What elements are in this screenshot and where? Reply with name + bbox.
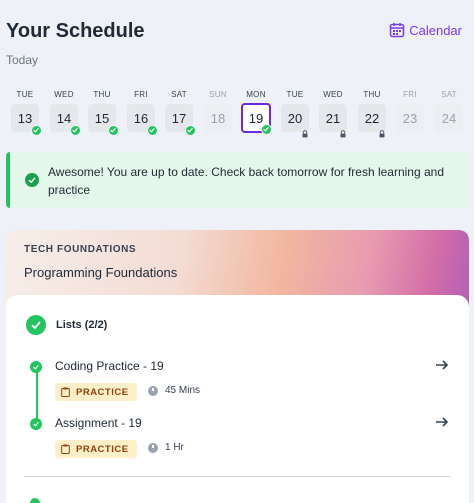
practice-tag: PRACTICE (55, 440, 137, 458)
schedule-header: Your Schedule Calendar (6, 18, 466, 48)
clock-icon (148, 442, 158, 453)
day-number: 18 (204, 104, 232, 132)
day-number: 23 (396, 104, 424, 132)
list-item[interactable]: Coding Practice - 19 PRACTICE 45 Mins (30, 359, 450, 409)
lock-icon (301, 126, 309, 138)
list-item-title: Coding Practice - 19 (55, 359, 164, 373)
day-number-text: 18 (210, 110, 226, 126)
day-name: SUN (209, 90, 227, 99)
duration-text: 45 Mins (165, 385, 201, 396)
duration-text: 1 Hr (165, 442, 184, 453)
day-number-text: 17 (171, 110, 187, 126)
tag-label: PRACTICE (76, 386, 129, 398)
arrow-right-icon[interactable] (434, 357, 450, 373)
day-number: 22 (358, 104, 386, 138)
day-number-text: 19 (248, 110, 264, 126)
duration: 45 Mins (148, 385, 200, 396)
up-to-date-alert: Awesome! You are up to date. Check back … (6, 152, 468, 208)
lists-label: Lists (2/2) (56, 319, 108, 331)
list-item-title: Assignment - 19 (55, 416, 142, 430)
lock-icon (378, 126, 386, 138)
day-name: SAT (171, 90, 187, 99)
check-icon (261, 124, 272, 135)
day-item: FRI 23 (396, 90, 424, 132)
day-name: TUE (286, 90, 304, 99)
day-item[interactable]: WED 14 (50, 90, 81, 136)
day-item[interactable]: MON 19 (241, 90, 272, 135)
lock-icon (339, 126, 347, 138)
day-number: 21 (319, 104, 347, 138)
course-card: TECH FOUNDATIONS Programming Foundations… (6, 230, 469, 503)
day-name: FRI (403, 90, 417, 99)
check-icon (31, 125, 42, 136)
today-label: Today (6, 53, 39, 67)
page-title: Your Schedule (6, 20, 145, 42)
day-number-text: 24 (441, 110, 457, 126)
lists-header: Lists (2/2) (26, 315, 107, 335)
clipboard-icon (61, 387, 70, 397)
check-icon (185, 125, 196, 136)
check-circle-icon (30, 361, 42, 373)
clipboard-icon (61, 444, 70, 454)
day-name: SAT (441, 90, 457, 99)
day-number-text: 22 (364, 110, 380, 126)
calendar-link[interactable]: Calendar (389, 22, 462, 38)
alert-message: Awesome! You are up to date. Check back … (48, 165, 445, 197)
day-number-text: 23 (402, 110, 418, 126)
clock-icon (148, 385, 158, 396)
day-number-text: 15 (94, 110, 110, 126)
day-number: 20 (281, 104, 309, 138)
list-item[interactable]: Assignment - 19 PRACTICE 1 Hr (30, 416, 450, 466)
day-number-text: 16 (133, 110, 149, 126)
day-name: FRI (134, 90, 148, 99)
day-number: 16 (127, 104, 158, 136)
day-item[interactable]: SAT 17 (165, 90, 196, 136)
course-panel: Lists (2/2) Coding Practice - 19 PRACTIC… (6, 295, 469, 503)
day-item: SAT 24 (435, 90, 463, 132)
day-number: 15 (88, 104, 119, 136)
divider (24, 476, 450, 477)
arrow-right-icon[interactable] (434, 414, 450, 430)
day-number-text: 21 (325, 110, 341, 126)
day-item[interactable]: TUE 20 (281, 90, 309, 138)
day-number: 17 (165, 104, 196, 136)
day-item[interactable]: TUE 13 (11, 90, 42, 136)
day-name: THU (363, 90, 381, 99)
day-name: TUE (16, 90, 34, 99)
check-circle-icon (30, 418, 42, 430)
day-name: THU (93, 90, 111, 99)
day-number: 13 (11, 104, 42, 136)
day-number-text: 14 (56, 110, 72, 126)
course-name: Programming Foundations (24, 265, 178, 280)
check-circle-icon (25, 173, 39, 187)
day-strip: TUE 13 WED 14 THU 15 FRI 16 SAT 17 SUN 18 MON 19 TUE 20… (11, 90, 463, 138)
day-item[interactable]: THU 22 (358, 90, 386, 138)
duration: 1 Hr (148, 442, 184, 453)
check-circle-icon (26, 315, 46, 335)
day-name: MON (246, 90, 266, 99)
calendar-icon (389, 23, 405, 38)
day-item[interactable]: THU 15 (88, 90, 119, 136)
practice-tag: PRACTICE (55, 383, 137, 401)
calendar-link-label: Calendar (409, 22, 462, 38)
day-name: WED (54, 90, 74, 99)
check-icon (147, 125, 158, 136)
day-item: SUN 18 (204, 90, 232, 132)
day-number: 24 (435, 104, 463, 132)
course-category: TECH FOUNDATIONS (24, 244, 137, 255)
day-item[interactable]: FRI 16 (127, 90, 158, 136)
check-circle-icon (30, 498, 40, 503)
day-name: WED (323, 90, 343, 99)
check-icon (70, 125, 81, 136)
day-item[interactable]: WED 21 (319, 90, 347, 138)
day-number-text: 13 (17, 110, 33, 126)
day-number: 19 (241, 103, 272, 135)
check-icon (108, 125, 119, 136)
tag-label: PRACTICE (76, 443, 129, 455)
day-number: 14 (50, 104, 81, 136)
day-number-text: 20 (287, 110, 303, 126)
